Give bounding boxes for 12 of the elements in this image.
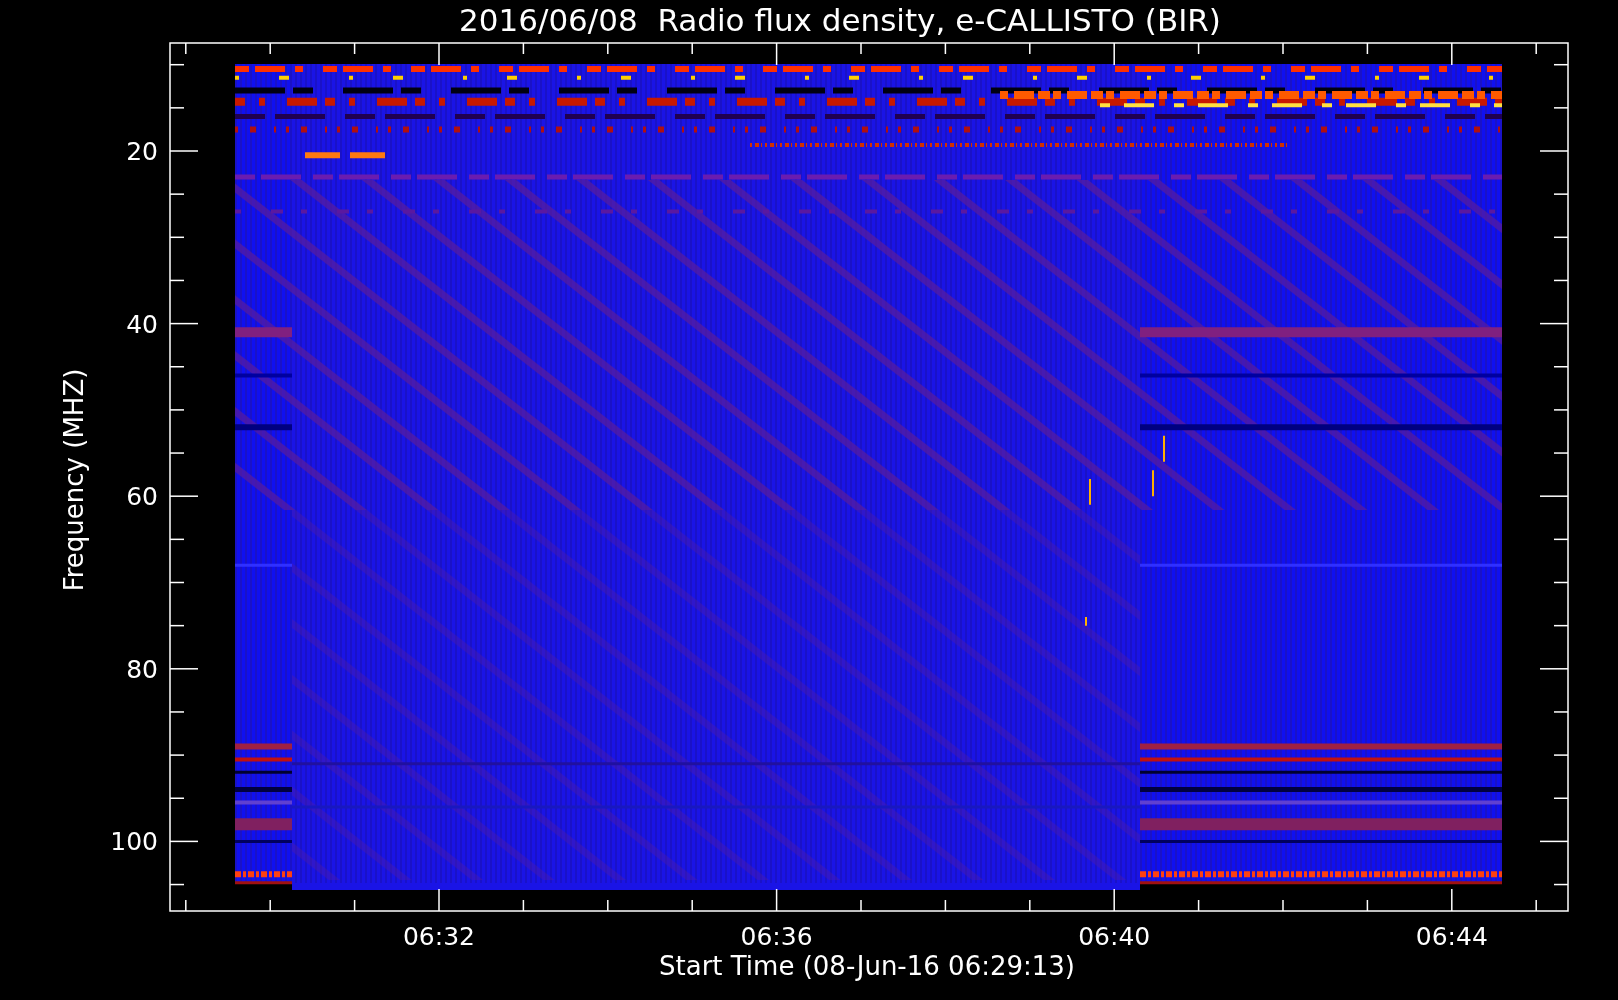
y-tick-label: 60	[126, 482, 158, 512]
y-tick-label: 100	[110, 827, 158, 857]
y-tick-label: 80	[126, 654, 158, 684]
x-axis-label: Start Time (08-Jun-16 06:29:13)	[659, 951, 1075, 981]
chart-title: 2016/06/08 Radio flux density, e-CALLISTO (BIR)	[459, 2, 1221, 38]
x-tick-label: 06:44	[1415, 922, 1488, 951]
x-tick-label: 06:32	[403, 922, 475, 951]
y-tick-label: 20	[126, 137, 158, 166]
x-tick-label: 06:40	[1078, 922, 1151, 951]
y-axis-label: Frequency (MHZ)	[59, 368, 89, 592]
x-tick-label: 06:36	[740, 922, 813, 951]
y-tick-label: 40	[126, 309, 158, 339]
